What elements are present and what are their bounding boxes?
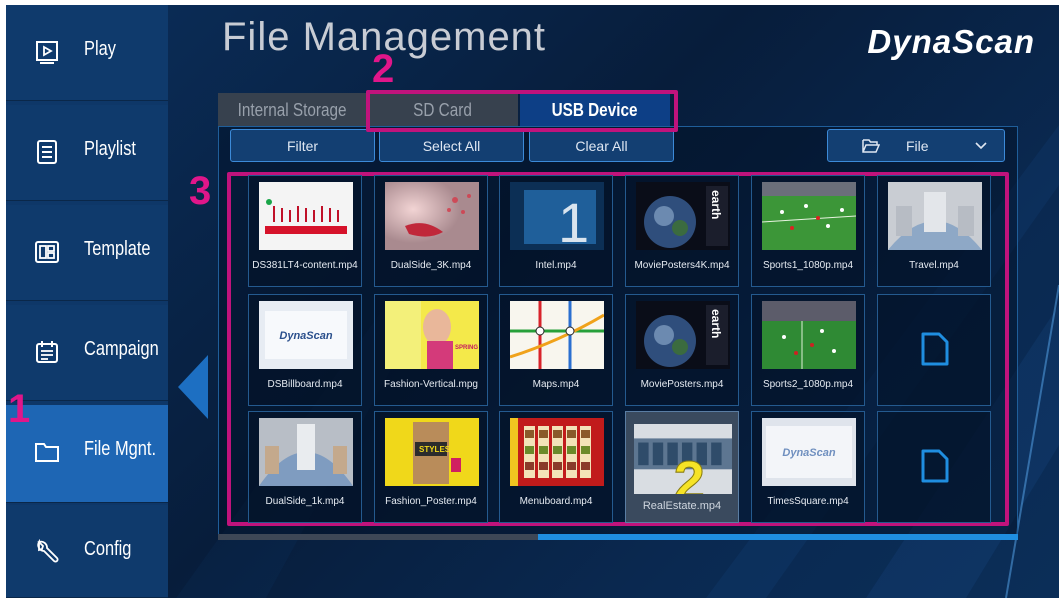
file-tile-empty[interactable] [877,294,991,406]
playlist-icon [37,140,57,164]
document-icon [921,332,949,366]
campaign-icon [36,341,58,363]
file-tile[interactable]: DS381LT4-content.mp4 [248,175,362,287]
dropdown-value: File [906,138,929,154]
sidebar-item-playlist[interactable]: Playlist [6,105,168,201]
file-type-dropdown[interactable]: File [827,129,1005,162]
file-tile[interactable]: Sports2_1080p.mp4 [751,294,865,406]
template-icon [35,241,59,263]
annotation-label-3: 3 [189,169,212,213]
thumb-text: earth [709,309,723,338]
file-name: DSBillboard.mp4 [267,379,343,390]
clear-all-button[interactable]: Clear All [529,129,674,162]
tab-internal-storage[interactable]: Internal Storage [218,93,366,127]
thumb-digit: 2 [674,450,705,494]
file-name: Travel.mp4 [909,260,959,271]
sidebar-item-label: File Mgnt. [84,438,157,460]
file-tile[interactable]: earth MoviePosters4K.mp4 [625,175,739,287]
file-name: Intel.mp4 [535,260,577,271]
file-tile[interactable]: Maps.mp4 [499,294,613,406]
file-thumbnail [385,182,479,250]
file-tile[interactable]: DynaScan DSBillboard.mp4 [248,294,362,406]
file-tile[interactable]: 2 RealEstate.mp4 [625,411,739,523]
file-tile[interactable]: SPRING SUMMER Fashion-Vertical.mpg [374,294,488,406]
thumb-text: SPRING SUMMER [455,345,479,351]
brand-logo: DynaScan [867,23,1035,60]
sidebar-item-label: Config [84,538,132,560]
file-thumbnail: STYLES [385,418,479,486]
file-name: DualSide_3K.mp4 [390,260,472,271]
sidebar-item-file-mgnt[interactable]: File Mgnt. [6,405,168,503]
file-thumbnail [510,301,604,369]
sidebar-item-label: Playlist [84,138,136,160]
file-tile[interactable]: 1 Intel.mp4 [499,175,613,287]
file-tile[interactable]: STYLES Fashion_Poster.mp4 [374,411,488,523]
file-name: MoviePosters4K.mp4 [634,260,730,271]
select-all-button[interactable]: Select All [379,129,524,162]
scrollbar-thumb[interactable] [538,534,1018,540]
file-thumbnail: DynaScan [259,301,353,369]
file-thumbnail: 2 [634,424,732,494]
file-thumbnail [888,182,982,250]
open-folder-icon [862,139,880,153]
file-name: Maps.mp4 [532,379,580,390]
annotation-box-tabs [366,90,678,132]
file-thumbnail [259,182,353,250]
file-name: Sports2_1080p.mp4 [762,379,854,390]
file-name: Menuboard.mp4 [519,496,593,507]
sidebar-item-label: Play [84,38,116,60]
file-thumbnail [510,418,604,486]
thumb-logo: DynaScan [782,447,835,459]
file-tile[interactable]: Sports1_1080p.mp4 [751,175,865,287]
thumb-logo: DynaScan [279,330,332,342]
thumb-text: earth [709,190,723,219]
app-window: Play Playlist Template Campaign File Mgn… [6,5,1059,598]
file-name: MoviePosters.mp4 [640,379,724,390]
file-thumbnail [259,418,353,486]
annotation-label-2: 2 [372,47,395,91]
file-thumbnail: 1 [510,182,604,250]
play-icon [36,41,58,64]
sidebar-item-label: Campaign [84,338,159,360]
file-name: DualSide_1k.mp4 [265,496,345,507]
sidebar-item-label: Template [84,238,151,260]
file-tile[interactable]: DualSide_1k.mp4 [248,411,362,523]
file-name: TimesSquare.mp4 [767,496,849,507]
file-name: Fashion-Vertical.mpg [384,379,478,390]
file-thumbnail [762,182,856,250]
sidebar: Play Playlist Template Campaign File Mgn… [6,5,168,598]
chevron-down-icon [975,142,987,150]
file-tile[interactable]: DynaScan TimesSquare.mp4 [751,411,865,523]
file-thumbnail: earth [636,301,730,369]
document-icon [921,449,949,483]
annotation-label-1: 1 [8,387,31,431]
file-name: Sports1_1080p.mp4 [762,260,854,271]
sidebar-item-campaign[interactable]: Campaign [6,305,168,401]
file-name: Fashion_Poster.mp4 [385,496,477,507]
sidebar-item-config[interactable]: Config [6,505,168,598]
tab-label: Internal Storage [237,99,347,120]
sidebar-item-template[interactable]: Template [6,205,168,301]
folder-icon [35,443,59,462]
file-thumbnail: SPRING SUMMER [385,301,479,369]
file-thumbnail [762,301,856,369]
file-name: RealEstate.mp4 [642,500,722,512]
thumb-text: STYLES [419,445,451,454]
file-thumbnail: earth [636,182,730,250]
file-tile-empty[interactable] [877,411,991,523]
file-tile[interactable]: Travel.mp4 [877,175,991,287]
file-tile[interactable]: earth MoviePosters.mp4 [625,294,739,406]
thumb-digit: 1 [558,191,589,250]
file-tile[interactable]: Menuboard.mp4 [499,411,613,523]
file-name: DS381LT4-content.mp4 [252,260,358,271]
sidebar-item-play[interactable]: Play [6,5,168,101]
file-tile[interactable]: DualSide_3K.mp4 [374,175,488,287]
collapse-sidebar-arrow[interactable] [178,355,208,419]
file-thumbnail: DynaScan [762,418,856,486]
filter-button[interactable]: Filter [230,129,375,162]
wrench-icon [37,539,59,563]
